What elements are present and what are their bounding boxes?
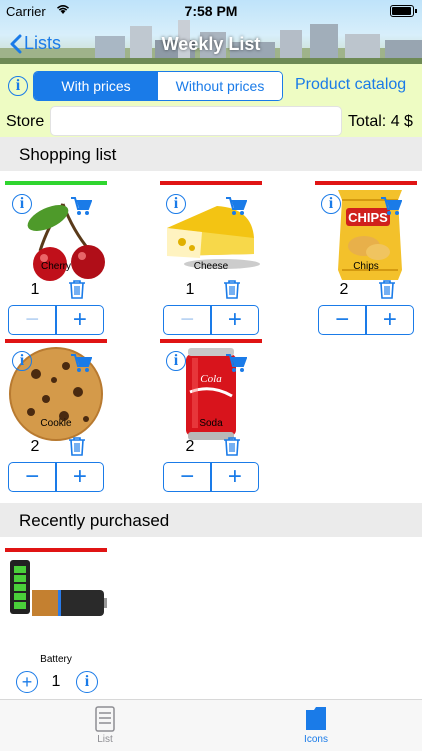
trash-icon[interactable]: [68, 279, 86, 299]
item-quantity: 1: [30, 281, 40, 298]
status-bar-indicator: [160, 181, 262, 185]
increment-button[interactable]: +: [212, 306, 258, 334]
recently-purchased-title: Recently purchased: [19, 511, 170, 530]
item-name: Cheese: [193, 261, 229, 272]
trash-icon[interactable]: [223, 279, 241, 299]
item-name: Chips: [353, 261, 379, 272]
item-name: Soda: [199, 418, 223, 429]
status-bar-indicator: [5, 339, 107, 343]
increment-button[interactable]: +: [57, 306, 103, 334]
tab-bar: List Icons: [0, 699, 422, 751]
page-title: Weekly List: [161, 34, 261, 54]
quantity-stepper[interactable]: − +: [8, 462, 104, 492]
decrement-button[interactable]: −: [9, 463, 55, 491]
cart-icon[interactable]: [380, 196, 402, 216]
price-segmented-control[interactable]: With prices Without prices: [33, 71, 283, 101]
status-bar-indicator: [160, 339, 262, 343]
increment-button[interactable]: +: [57, 463, 103, 491]
shopping-list-title: Shopping list: [19, 145, 117, 164]
recently-purchased-header: Recently purchased: [0, 503, 422, 537]
item-quantity: 2: [185, 438, 195, 455]
decrement-button[interactable]: −: [164, 306, 210, 334]
trash-icon[interactable]: [223, 436, 241, 456]
quantity-stepper[interactable]: − +: [163, 305, 259, 335]
segment-without-prices[interactable]: Without prices: [158, 72, 282, 100]
status-bar-indicator: [315, 181, 417, 185]
trash-icon[interactable]: [68, 436, 86, 456]
battery-icon: [390, 5, 417, 17]
increment-button[interactable]: +: [367, 306, 413, 334]
quantity-stepper[interactable]: − +: [318, 305, 414, 335]
item-quantity: 1: [51, 673, 61, 690]
decrement-button[interactable]: −: [319, 306, 365, 334]
status-bar-indicator: [5, 548, 107, 552]
nav-header: Carrier 7:58 PM Lists Weekly List: [0, 0, 422, 64]
item-info-button[interactable]: i: [166, 351, 186, 371]
add-again-button[interactable]: +: [16, 671, 38, 693]
increment-button[interactable]: +: [212, 463, 258, 491]
item-name: Cookie: [40, 418, 72, 429]
decrement-button[interactable]: −: [9, 306, 55, 334]
item-info-button[interactable]: i: [76, 671, 98, 693]
list-icon: [95, 706, 115, 732]
item-quantity: 1: [185, 281, 195, 298]
quantity-stepper[interactable]: − +: [8, 305, 104, 335]
icons-icon: [306, 707, 326, 730]
item-quantity: 2: [30, 438, 40, 455]
tab-icons[interactable]: Icons: [276, 706, 356, 745]
info-button[interactable]: i: [8, 76, 28, 96]
shopping-list-header: Shopping list: [0, 137, 422, 171]
battery-image: [10, 560, 107, 616]
total-label: Total: 4 $: [348, 113, 413, 130]
tab-list[interactable]: List: [65, 706, 145, 745]
cart-icon[interactable]: [70, 196, 92, 216]
decrement-button[interactable]: −: [164, 463, 210, 491]
quantity-stepper[interactable]: − +: [163, 462, 259, 492]
tab-list-label: List: [97, 734, 113, 745]
store-label: Store: [6, 113, 45, 130]
cart-icon[interactable]: [70, 353, 92, 373]
status-bar: Carrier 7:58 PM: [0, 0, 422, 22]
item-quantity: 2: [339, 281, 349, 298]
svg-text:Cola: Cola: [200, 373, 222, 385]
status-bar-indicator: [5, 181, 107, 185]
item-name: Cherry: [40, 261, 71, 272]
tab-icons-label: Icons: [304, 734, 328, 745]
product-catalog-link[interactable]: Product catalog: [295, 76, 406, 94]
cart-icon[interactable]: [225, 196, 247, 216]
item-info-button[interactable]: i: [12, 351, 32, 371]
cart-icon[interactable]: [225, 353, 247, 373]
status-time: 7:58 PM: [184, 3, 238, 19]
item-name: Battery: [40, 654, 72, 665]
store-input[interactable]: [50, 106, 342, 136]
trash-icon[interactable]: [378, 279, 396, 299]
segment-with-prices[interactable]: With prices: [34, 72, 158, 100]
